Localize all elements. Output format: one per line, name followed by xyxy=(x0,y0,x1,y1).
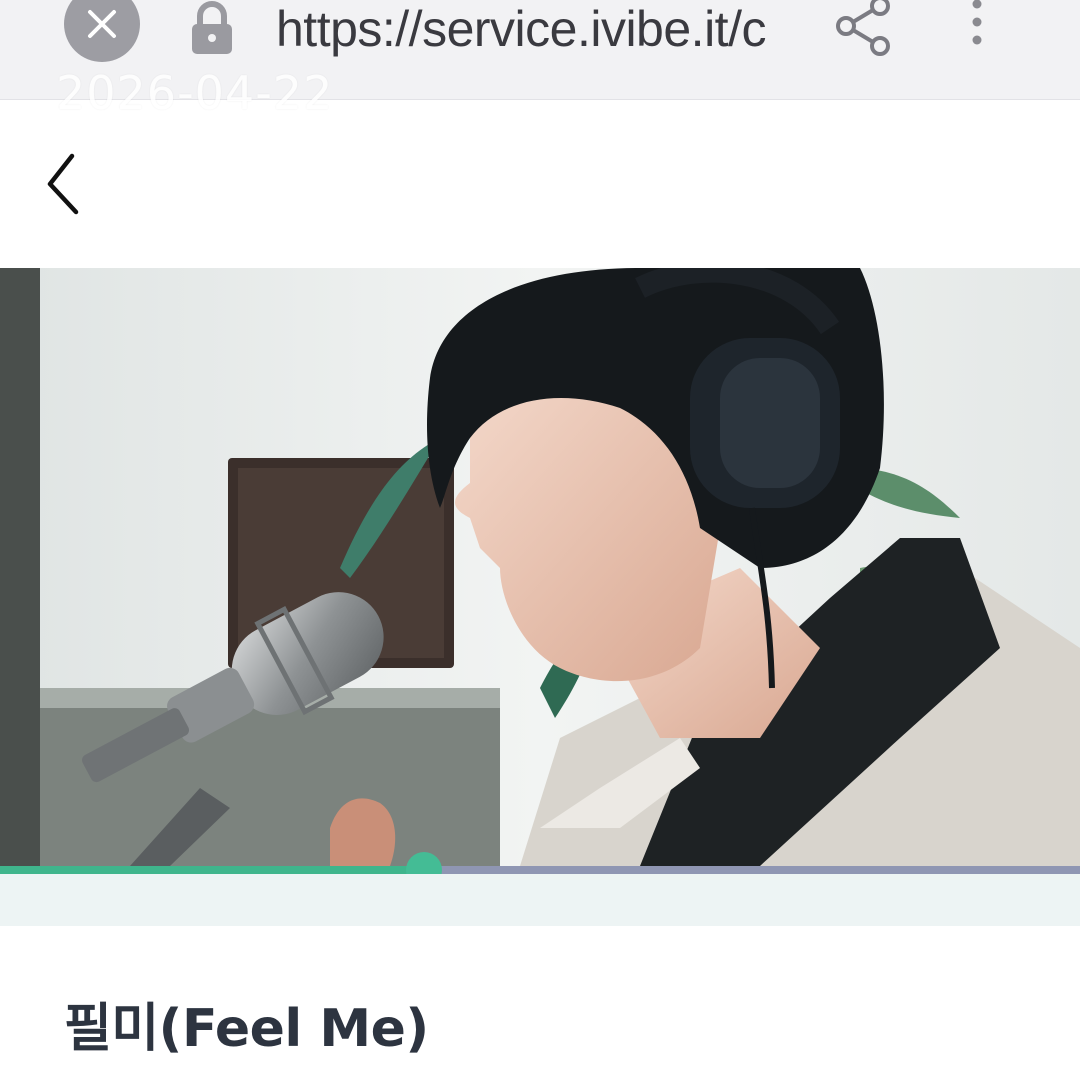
song-title: 필미(Feel Me) xyxy=(64,999,429,1059)
close-icon xyxy=(88,10,116,38)
progress-bar[interactable] xyxy=(0,852,1080,888)
video-frame-image xyxy=(0,268,1080,866)
more-vertical-icon[interactable] xyxy=(962,0,992,56)
url-text: https://service.ivibe.it/c xyxy=(276,1,766,57)
share-icon[interactable] xyxy=(832,0,896,56)
progress-played xyxy=(0,866,425,874)
back-button[interactable] xyxy=(38,148,98,224)
lock-icon xyxy=(192,1,232,54)
address-bar[interactable]: https://service.ivibe.it/c xyxy=(276,0,786,64)
date-stamp: 2026-04-22 xyxy=(56,66,334,120)
player-controls-strip xyxy=(0,874,1080,926)
video-player[interactable] xyxy=(0,268,1080,866)
close-tab-button[interactable] xyxy=(64,0,140,62)
